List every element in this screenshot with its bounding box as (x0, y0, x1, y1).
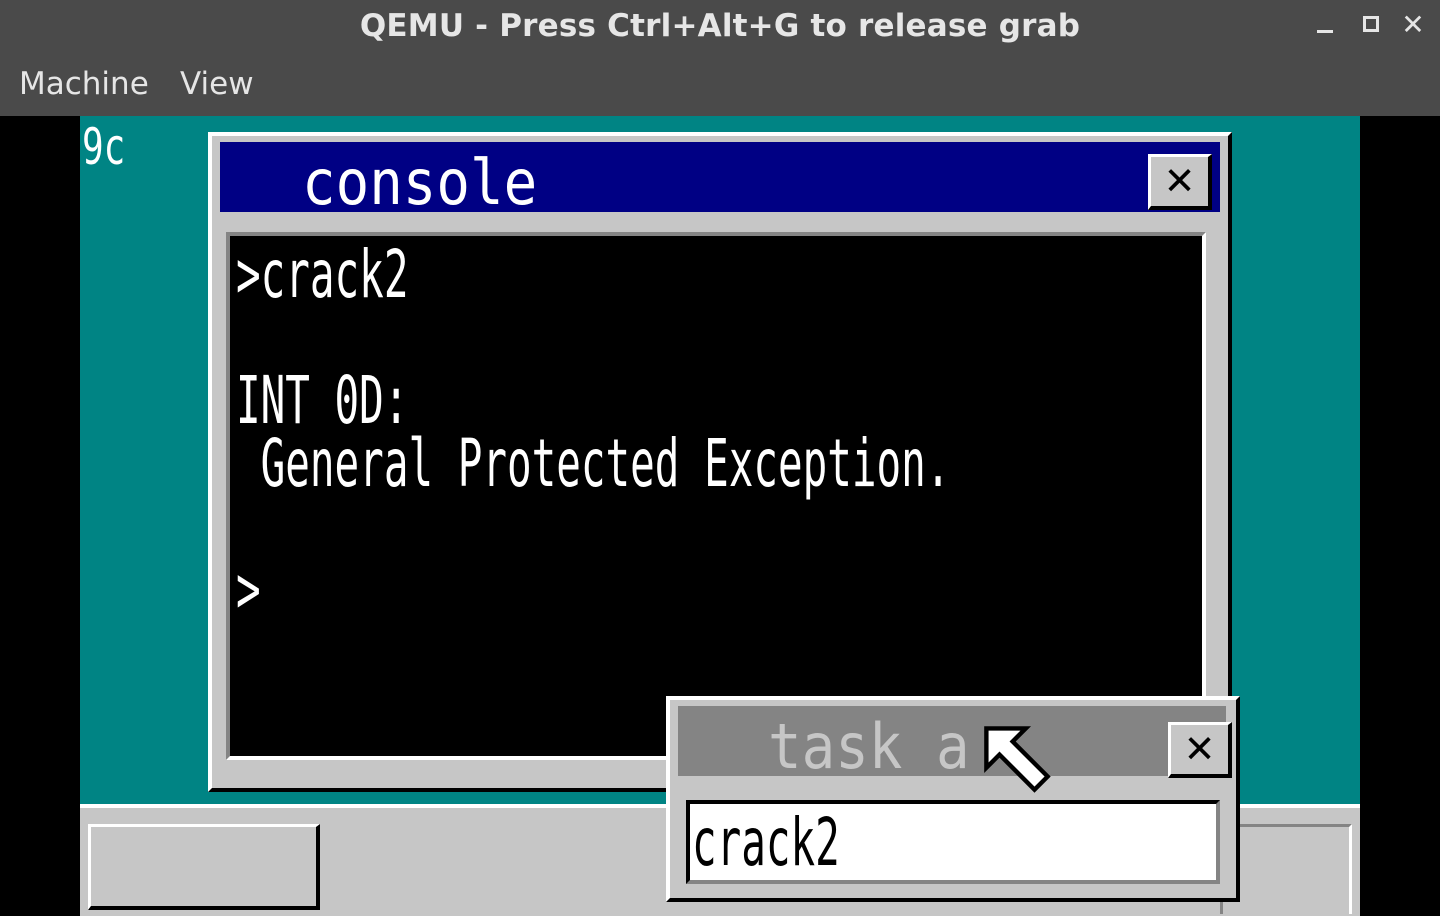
console-prompt: > (236, 551, 261, 628)
console-terminal[interactable]: >crack2 INT 0D: General Protected Except… (226, 232, 1206, 760)
task-a-close-button[interactable]: ✕ (1168, 722, 1232, 778)
host-titlebar[interactable]: QEMU - Press Ctrl+Alt+G to release grab … (0, 0, 1440, 52)
console-line: General Protected Exception. (236, 425, 951, 502)
start-button[interactable] (88, 824, 320, 910)
task-a-title: task_a (768, 710, 970, 783)
minimize-icon[interactable] (1308, 10, 1342, 42)
menu-view[interactable]: View (180, 66, 254, 102)
console-title: console (302, 146, 538, 219)
close-icon[interactable]: ✕ (1396, 10, 1430, 42)
console-line: >crack2 (236, 236, 409, 313)
menu-machine[interactable]: Machine (19, 66, 149, 102)
console-close-button[interactable]: ✕ (1148, 154, 1212, 210)
console-window[interactable]: console ✕ >crack2 INT 0D: General Protec… (208, 132, 1232, 792)
host-menubar: Machine View (0, 52, 1440, 116)
guest-screen[interactable]: 9c console ✕ >crack2 INT 0D: General Pro… (80, 116, 1360, 916)
task-a-textbox-value: crack2 (692, 804, 840, 881)
window-title: QEMU - Press Ctrl+Alt+G to release grab (359, 8, 1081, 44)
task-a-titlebar[interactable]: task_a ✕ (678, 706, 1232, 783)
maximize-icon[interactable] (1353, 10, 1387, 42)
task-a-window[interactable]: task_a ✕ crack2 (666, 696, 1240, 902)
task-a-textbox[interactable]: crack2 (686, 800, 1220, 884)
mouse-pointer-icon (984, 726, 1051, 793)
console-titlebar[interactable]: console ✕ (220, 142, 1220, 219)
desktop-debug-text: 9c (82, 118, 126, 176)
